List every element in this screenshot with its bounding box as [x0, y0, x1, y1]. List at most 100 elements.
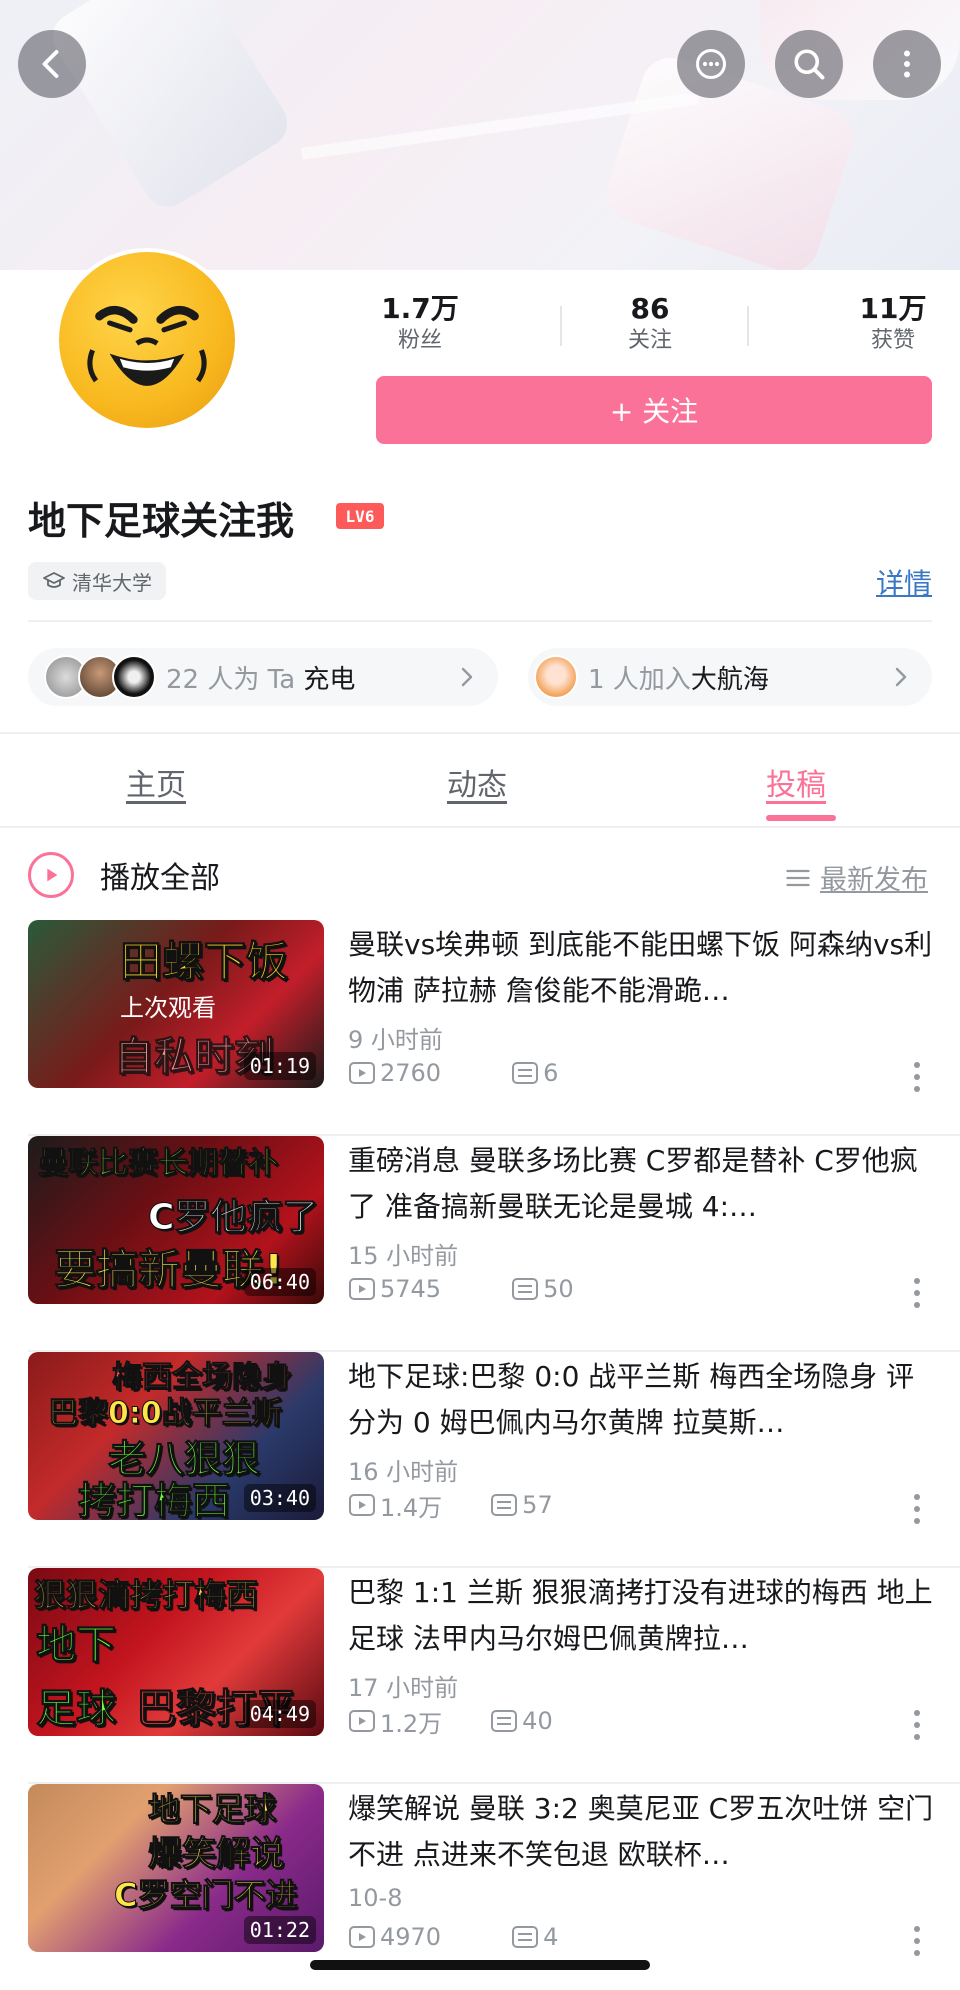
video-thumbnail[interactable]: 田螺下饭 上次观看 自私时刻 01:19	[28, 920, 324, 1088]
comment-count: 50	[543, 1275, 574, 1303]
thumbnail-caption: 拷打梅西	[77, 1479, 231, 1521]
video-title[interactable]: 地下足球:巴黎 0:0 战平兰斯 梅西全场隐身 评分为 0 姆巴佩内马尔黄牌 拉…	[348, 1354, 938, 1446]
video-duration: 06:40	[243, 1268, 316, 1296]
comment-count: 40	[522, 1707, 553, 1735]
video-duration: 04:49	[243, 1700, 316, 1728]
video-title[interactable]: 爆笑解说 曼联 3:2 奥莫尼亚 C罗五次吐饼 空门不进 点进来不笑包退 欧联杯…	[348, 1786, 938, 1878]
video-duration: 01:22	[243, 1916, 316, 1944]
stat-divider	[560, 306, 562, 346]
video-title[interactable]: 重磅消息 曼联多场比赛 C罗都是替补 C罗他疯了 准备搞新曼联无论是曼城 4:…	[348, 1138, 938, 1230]
play-count: 4970	[380, 1923, 442, 1951]
search-button[interactable]	[775, 30, 843, 98]
video-item[interactable]: 狠狠滴拷打梅西 地下 足球 巴黎打平 04:49 巴黎 1:1 兰斯 狠狠滴拷打…	[0, 1568, 960, 1784]
charge-panel[interactable]: 22 人为 Ta 充电	[28, 648, 498, 706]
comment-count-icon	[512, 1062, 539, 1084]
likes-label: 获赞	[870, 328, 915, 353]
level-badge: LV6	[336, 503, 384, 529]
charge-text: 22 人为 Ta	[166, 664, 304, 695]
video-item[interactable]: 梅西全场隐身 巴黎0:0战平兰斯 老八狠狠 拷打梅西 03:40 地下足球:巴黎…	[0, 1352, 960, 1568]
play-all-label: 播放全部	[100, 861, 220, 896]
play-all-button[interactable]: 播放全部	[28, 850, 220, 900]
video-time: 10-8	[348, 1884, 403, 1912]
play-count-icon	[349, 1278, 375, 1300]
more-vertical-icon[interactable]	[912, 1492, 922, 1526]
school-tag[interactable]: 清华大学	[28, 562, 166, 600]
thumbnail-caption: 足球	[36, 1686, 117, 1733]
chevron-right-icon	[895, 667, 907, 687]
video-time: 16 小时前	[348, 1458, 459, 1486]
avatar[interactable]	[55, 248, 239, 432]
comment-count-icon	[512, 1926, 539, 1948]
school-label: 清华大学	[72, 570, 152, 595]
thumbnail-caption: 爆笑解说	[148, 1834, 285, 1875]
play-count-icon	[349, 1926, 375, 1948]
tab-home[interactable]: 主页	[126, 760, 186, 804]
video-time: 17 小时前	[348, 1674, 459, 1702]
video-thumbnail[interactable]: 曼联比赛长期替补 C罗他疯了 要搞新曼联! 06:40	[28, 1136, 324, 1304]
message-button[interactable]	[677, 30, 745, 98]
tab-dynamics[interactable]: 动态	[447, 760, 507, 804]
more-vertical-icon[interactable]	[912, 1924, 922, 1958]
comment-count-icon	[491, 1494, 518, 1516]
profile-stats: 1.7万 粉丝 86 关注 11万 获赞	[375, 292, 935, 362]
video-time: 15 小时前	[348, 1242, 459, 1270]
comment-count: 6	[543, 1059, 559, 1087]
thumbnail-caption: 田螺下饭	[119, 937, 289, 987]
thumbnail-caption: 狠狠滴拷打梅西	[33, 1576, 259, 1615]
comment-count-icon	[491, 1710, 518, 1732]
more-options-button[interactable]	[873, 30, 941, 98]
last-watched-label: 上次观看	[120, 994, 216, 1022]
play-count-icon	[349, 1710, 375, 1732]
laughing-face-avatar-image	[59, 252, 235, 428]
details-link[interactable]: 详情	[876, 562, 932, 602]
avatar	[534, 655, 578, 699]
video-thumbnail[interactable]: 梅西全场隐身 巴黎0:0战平兰斯 老八狠狠 拷打梅西 03:40	[28, 1352, 324, 1520]
profile-tabs: 主页 动态 投稿	[0, 740, 960, 826]
thumbnail-caption: C罗他疯了	[147, 1197, 319, 1239]
home-indicator[interactable]	[310, 1960, 650, 1970]
more-vertical-icon[interactable]	[912, 1276, 922, 1310]
back-arrow-icon	[42, 50, 59, 78]
chevron-right-icon	[461, 667, 473, 687]
followers-stat[interactable]: 1.7万 粉丝	[375, 292, 465, 356]
video-stats: 1.4万 57	[348, 1490, 553, 1522]
video-item[interactable]: 曼联比赛长期替补 C罗他疯了 要搞新曼联! 06:40 重磅消息 曼联多场比赛 …	[0, 1136, 960, 1352]
follow-button[interactable]: + 关注	[376, 376, 932, 444]
likes-stat: 11万 获赞	[851, 292, 935, 356]
following-label: 关注	[627, 328, 672, 353]
more-vertical-icon[interactable]	[912, 1060, 922, 1094]
divider	[28, 620, 932, 622]
thumbnail-caption: 地下	[36, 1622, 117, 1669]
search-icon	[794, 49, 825, 80]
more-vertical-icon[interactable]	[912, 1708, 922, 1742]
play-count-icon	[349, 1062, 375, 1084]
back-button[interactable]	[18, 30, 86, 98]
charge-highlight: 充电	[303, 664, 356, 695]
video-thumbnail[interactable]: 狠狠滴拷打梅西 地下 足球 巴黎打平 04:49	[28, 1568, 324, 1736]
play-count: 1.2万	[380, 1709, 443, 1738]
play-count: 2760	[380, 1059, 442, 1087]
followers-count: 1.7万	[381, 292, 459, 325]
following-stat[interactable]: 86 关注	[610, 292, 690, 356]
crew-panel[interactable]: 1 人加入 大航海	[528, 648, 932, 706]
video-item[interactable]: 田螺下饭 上次观看 自私时刻 01:19 曼联vs埃弗顿 到底能不能田螺下饭 阿…	[0, 920, 960, 1136]
comment-count: 57	[522, 1491, 553, 1519]
stat-divider	[747, 306, 749, 346]
more-vertical-icon	[904, 50, 910, 78]
video-thumbnail[interactable]: 地下足球 爆笑解说 C罗空门不进 01:22	[28, 1784, 324, 1952]
video-title[interactable]: 曼联vs埃弗顿 到底能不能田螺下饭 阿森纳vs利物浦 萨拉赫 詹俊能不能滑跪…	[348, 922, 938, 1014]
divider	[0, 732, 960, 734]
tab-uploads[interactable]: 投稿	[766, 760, 826, 804]
video-stats: 2760 6	[348, 1058, 558, 1088]
video-title[interactable]: 巴黎 1:1 兰斯 狠狠滴拷打没有进球的梅西 地上足球 法甲内马尔姆巴佩黄牌拉…	[348, 1570, 938, 1662]
sort-label: 最新发布	[820, 865, 928, 896]
likes-count: 11万	[859, 292, 927, 325]
thumbnail-caption: 地下足球	[147, 1790, 277, 1829]
comment-count-icon	[512, 1278, 539, 1300]
sort-button[interactable]: 最新发布	[784, 858, 928, 897]
charger-avatars	[44, 655, 156, 699]
play-icon	[28, 852, 74, 898]
video-stats: 1.2万 40	[348, 1706, 553, 1738]
play-count-icon	[349, 1494, 375, 1516]
chat-bubble-icon	[696, 49, 726, 79]
